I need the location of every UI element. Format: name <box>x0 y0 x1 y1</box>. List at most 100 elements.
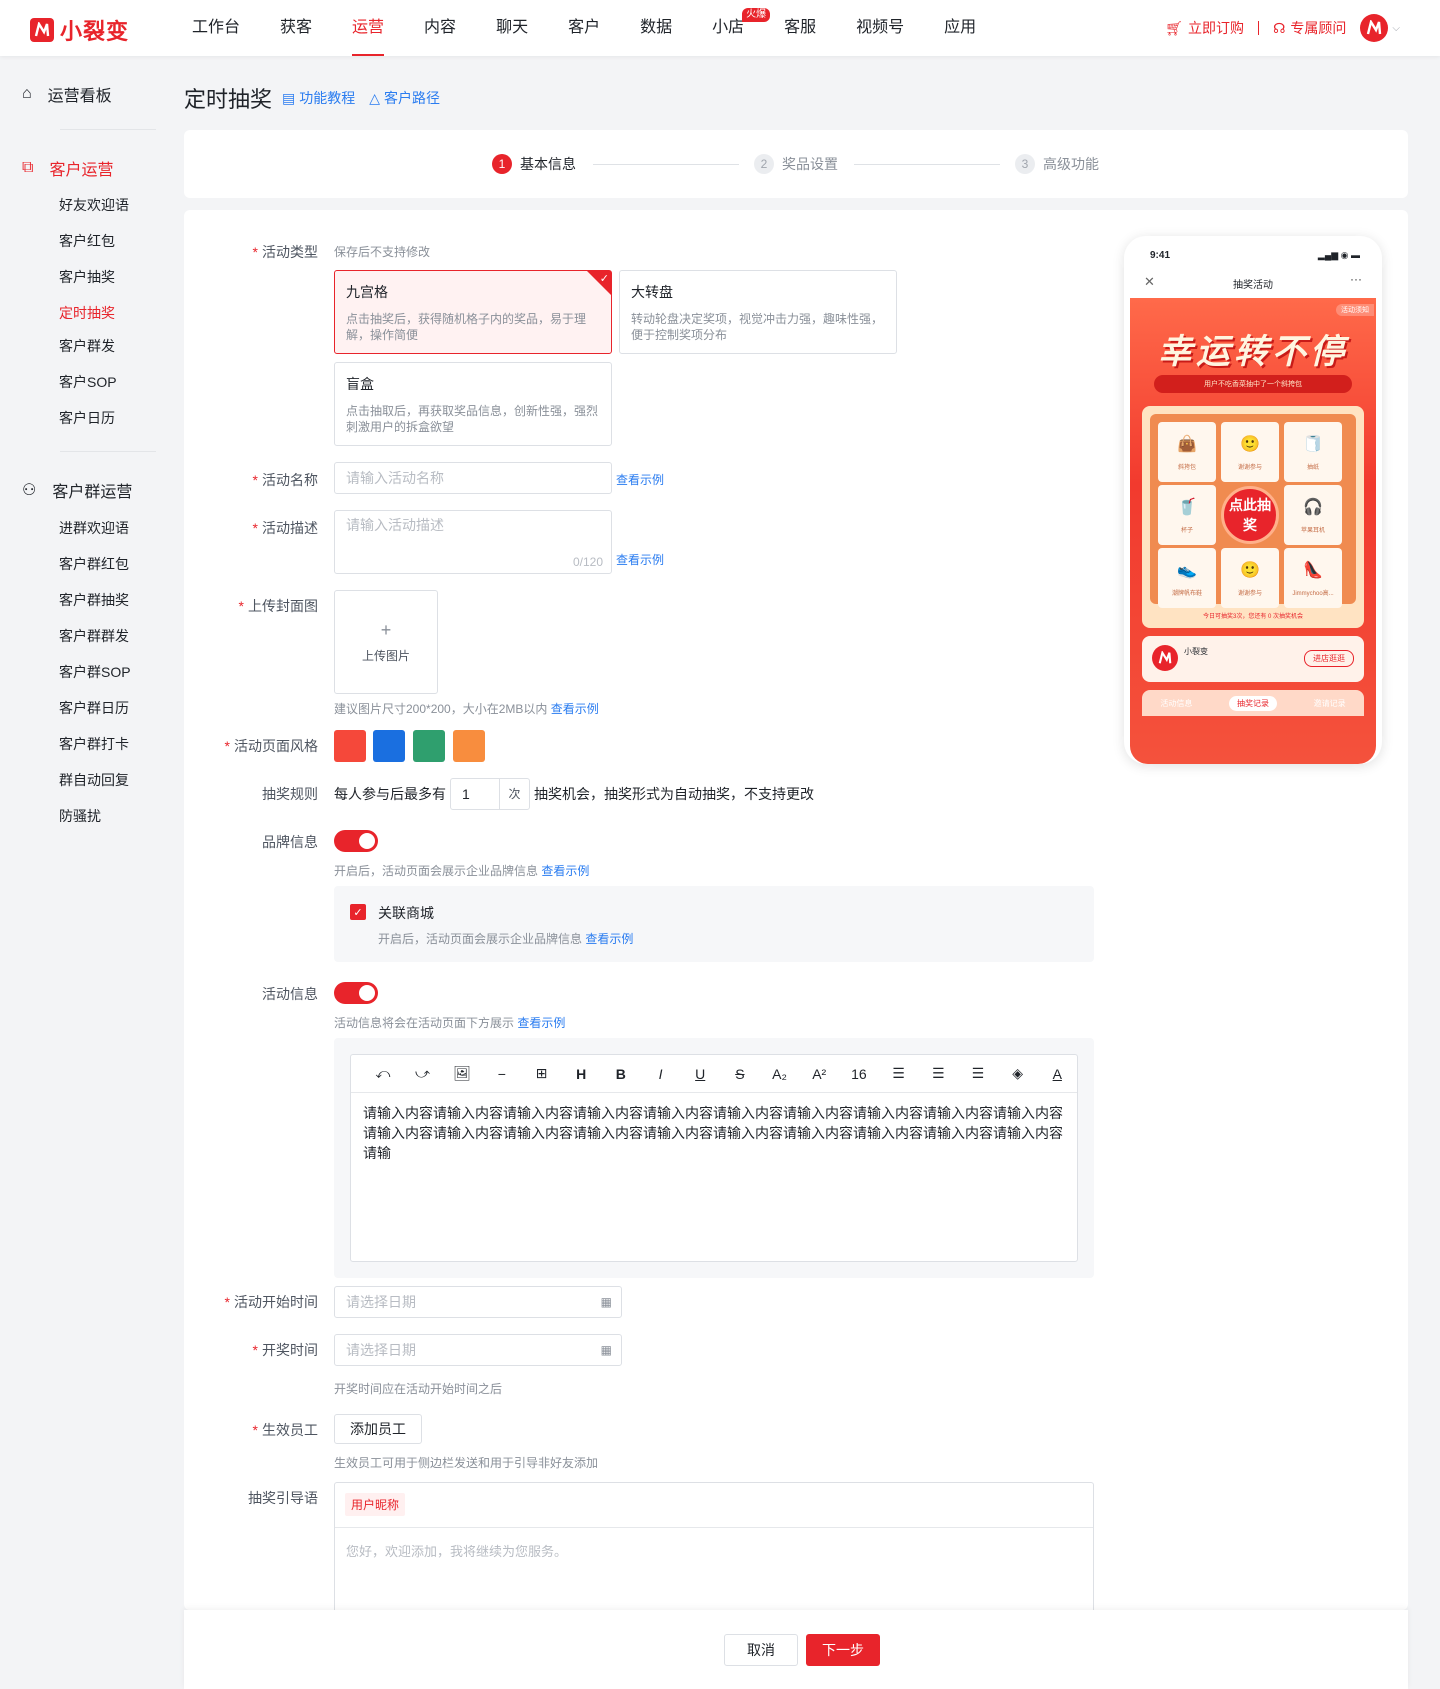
order-button[interactable]: 🛒︎ 立即订购 <box>1165 18 1244 38</box>
style-swatch-blue[interactable] <box>373 730 405 762</box>
prize-cell: 👟 潮牌帆布鞋 <box>1158 548 1216 608</box>
sidebar-item-dashboard[interactable]: ⌂ 运营看板 <box>22 82 112 106</box>
step-basic-info[interactable]: 1 基本信息 <box>492 154 576 174</box>
type-option-wheel[interactable]: 大转盘 转动轮盘决定奖项，视觉冲击力强，趣味性强，便于控制奖项分布 <box>619 270 897 354</box>
fill-color-icon[interactable]: ◈ <box>998 1065 1038 1082</box>
guide-editor[interactable]: 用户昵称 您好，欢迎添加，我将继续为您服务。 <box>334 1482 1094 1610</box>
advisor-button[interactable]: ☊ 专属顾问 <box>1273 18 1346 38</box>
brand-logo[interactable]: 小裂变 <box>30 14 129 46</box>
undo-icon[interactable]: ⤺ <box>363 1065 403 1082</box>
subscript-icon[interactable]: A₂ <box>760 1066 800 1082</box>
sidebar-item-group-autoreply[interactable]: 群自动回复 <box>59 770 129 790</box>
step-connector <box>593 164 739 165</box>
activity-example-link[interactable]: 查看示例 <box>517 1016 565 1030</box>
underline-icon[interactable]: U <box>680 1066 720 1082</box>
sidebar-item-group-calendar[interactable]: 客户群日历 <box>59 698 129 718</box>
font-color-icon[interactable]: A <box>1037 1066 1077 1082</box>
sidebar-item-anti-spam[interactable]: 防骚扰 <box>59 806 101 826</box>
step-advanced[interactable]: 3 高级功能 <box>1015 154 1099 174</box>
prize-name: 抽纸 <box>1306 464 1319 471</box>
nav-workbench[interactable]: 工作台 <box>192 0 240 56</box>
align-center-icon[interactable]: ☰ <box>918 1065 958 1082</box>
rich-text-editor[interactable]: ⤺ ⤻ 🖼 − ⊞ H B I U S A₂ A² 16 ☰ ☰ ☰ ◈ A 请… <box>350 1054 1078 1262</box>
next-step-button[interactable]: 下一步 <box>806 1634 880 1666</box>
avatar[interactable] <box>1360 14 1389 42</box>
activity-info-toggle[interactable] <box>334 982 378 1004</box>
sidebar-item-group-lottery[interactable]: 客户群抽奖 <box>59 590 129 610</box>
sidebar-item-group-sop[interactable]: 客户群SOP <box>59 662 131 682</box>
mall-example-link[interactable]: 查看示例 <box>585 932 633 946</box>
nav-apps[interactable]: 应用 <box>944 0 976 56</box>
nav-operation[interactable]: 运营 <box>352 0 385 56</box>
sidebar-item-group-redpacket[interactable]: 客户群红包 <box>59 554 129 574</box>
desc-textarea[interactable]: 请输入活动描述 0/120 <box>334 510 612 574</box>
nav-chat[interactable]: 聊天 <box>496 0 528 56</box>
name-example-link[interactable]: 查看示例 <box>616 471 664 488</box>
nav-channels[interactable]: 视频号 <box>856 0 904 56</box>
table-icon[interactable]: ⊞ <box>522 1065 562 1082</box>
nav-acquire[interactable]: 获客 <box>280 0 312 56</box>
sidebar-item-sop[interactable]: 客户SOP <box>59 372 117 392</box>
sidebar-item-welcome[interactable]: 好友欢迎语 <box>59 195 129 215</box>
font-size-selector[interactable]: 16 <box>839 1066 879 1082</box>
sidebar-item-mass-send[interactable]: 客户群发 <box>59 336 115 356</box>
style-swatch-red[interactable] <box>334 730 366 762</box>
hr-icon[interactable]: − <box>482 1066 522 1082</box>
cup-icon: 🥤 <box>1177 498 1197 516</box>
brand-info-toggle[interactable] <box>334 830 378 852</box>
tutorial-link[interactable]: ▤ 功能教程 <box>282 88 355 108</box>
group-ops-icon: ⚇ <box>22 482 37 499</box>
align-left-icon[interactable]: ☰ <box>879 1065 919 1082</box>
customer-path-link[interactable]: △ 客户路径 <box>369 88 440 108</box>
sidebar-item-calendar[interactable]: 客户日历 <box>59 408 115 428</box>
bold-icon[interactable]: B <box>601 1066 641 1082</box>
align-right-icon[interactable]: ☰ <box>958 1065 998 1082</box>
upload-cover-button[interactable]: + 上传图片 <box>334 590 438 694</box>
book-icon: ▤ <box>282 89 296 106</box>
brand-example-link[interactable]: 查看示例 <box>541 864 589 878</box>
option-desc: 点击抽奖后，获得随机格子内的奖品，易于理解，操作简便 <box>346 312 587 342</box>
chevron-down-icon[interactable]: ⌵ <box>1392 23 1400 34</box>
rule-count-input[interactable]: 1次 <box>450 778 530 810</box>
mall-checkbox[interactable]: ✓ <box>350 904 366 920</box>
path-label: 客户路径 <box>384 90 441 106</box>
sidebar-group-label: 客户群运营 <box>52 484 133 501</box>
nickname-tag[interactable]: 用户昵称 <box>345 1493 406 1516</box>
superscript-icon[interactable]: A² <box>799 1066 839 1082</box>
step-prize-settings[interactable]: 2 奖品设置 <box>754 154 838 174</box>
nav-service[interactable]: 客服 <box>784 0 816 56</box>
main-nav: 工作台 获客 运营 内容 聊天 客户 数据 小店 火爆 客服 视频号 应用 <box>192 0 1016 56</box>
strikethrough-icon[interactable]: S <box>720 1066 760 1082</box>
sidebar-item-redpacket[interactable]: 客户红包 <box>59 231 115 251</box>
sidebar-group-group-ops[interactable]: ⚇ 客户群运营 <box>22 478 132 502</box>
sidebar-item-group-checkin[interactable]: 客户群打卡 <box>59 734 129 754</box>
style-swatch-green[interactable] <box>413 730 445 762</box>
cancel-button[interactable]: 取消 <box>724 1634 798 1666</box>
sidebar-item-timed-lottery[interactable]: 定时抽奖 <box>59 303 115 323</box>
heading-icon[interactable]: H <box>561 1066 601 1082</box>
redo-icon[interactable]: ⤻ <box>403 1065 443 1082</box>
cover-example-link[interactable]: 查看示例 <box>551 702 599 716</box>
style-swatch-orange[interactable] <box>453 730 485 762</box>
italic-icon[interactable]: I <box>641 1066 681 1082</box>
nav-shop[interactable]: 小店 火爆 <box>712 0 771 56</box>
rule-prefix: 每人参与后最多有 <box>334 786 446 802</box>
nav-data[interactable]: 数据 <box>640 0 672 56</box>
type-option-blindbox[interactable]: 盲盒 点击抽取后，再获取奖品信息，创新性强，强烈刺激用户的拆盒欲望 <box>334 362 612 446</box>
start-time-picker[interactable]: 请选择日期 ▦ <box>334 1286 622 1318</box>
sidebar-item-lottery[interactable]: 客户抽奖 <box>59 267 115 287</box>
add-staff-button[interactable]: 添加员工 <box>334 1414 422 1444</box>
nav-content[interactable]: 内容 <box>424 0 456 56</box>
image-icon[interactable]: 🖼 <box>442 1065 482 1082</box>
name-input[interactable]: 请输入活动名称 <box>334 462 612 494</box>
order-label: 立即订购 <box>1187 20 1244 36</box>
sidebar-item-group-mass-send[interactable]: 客户群群发 <box>59 626 129 646</box>
type-option-grid[interactable]: 九宫格 点击抽奖后，获得随机格子内的奖品，易于理解，操作简便 ✓ <box>334 270 612 354</box>
sidebar-group-customer-ops[interactable]: ⧉ 客户运营 <box>22 156 113 180</box>
sidebar-item-group-welcome[interactable]: 进群欢迎语 <box>59 518 129 538</box>
mobile-preview: 9:41 ▂▄▆ ◉ ▬ ✕ 抽奖活动 ··· 活动须知 幸运转不停 用户不吃香… <box>1124 236 1382 764</box>
draw-time-picker[interactable]: 请选择日期 ▦ <box>334 1334 622 1366</box>
nav-customer[interactable]: 客户 <box>568 0 600 56</box>
desc-example-link[interactable]: 查看示例 <box>616 551 664 568</box>
editor-content[interactable]: 请输入内容请输入内容请输入内容请输入内容请输入内容请输入内容请输入内容请输入内容… <box>363 1103 1065 1163</box>
